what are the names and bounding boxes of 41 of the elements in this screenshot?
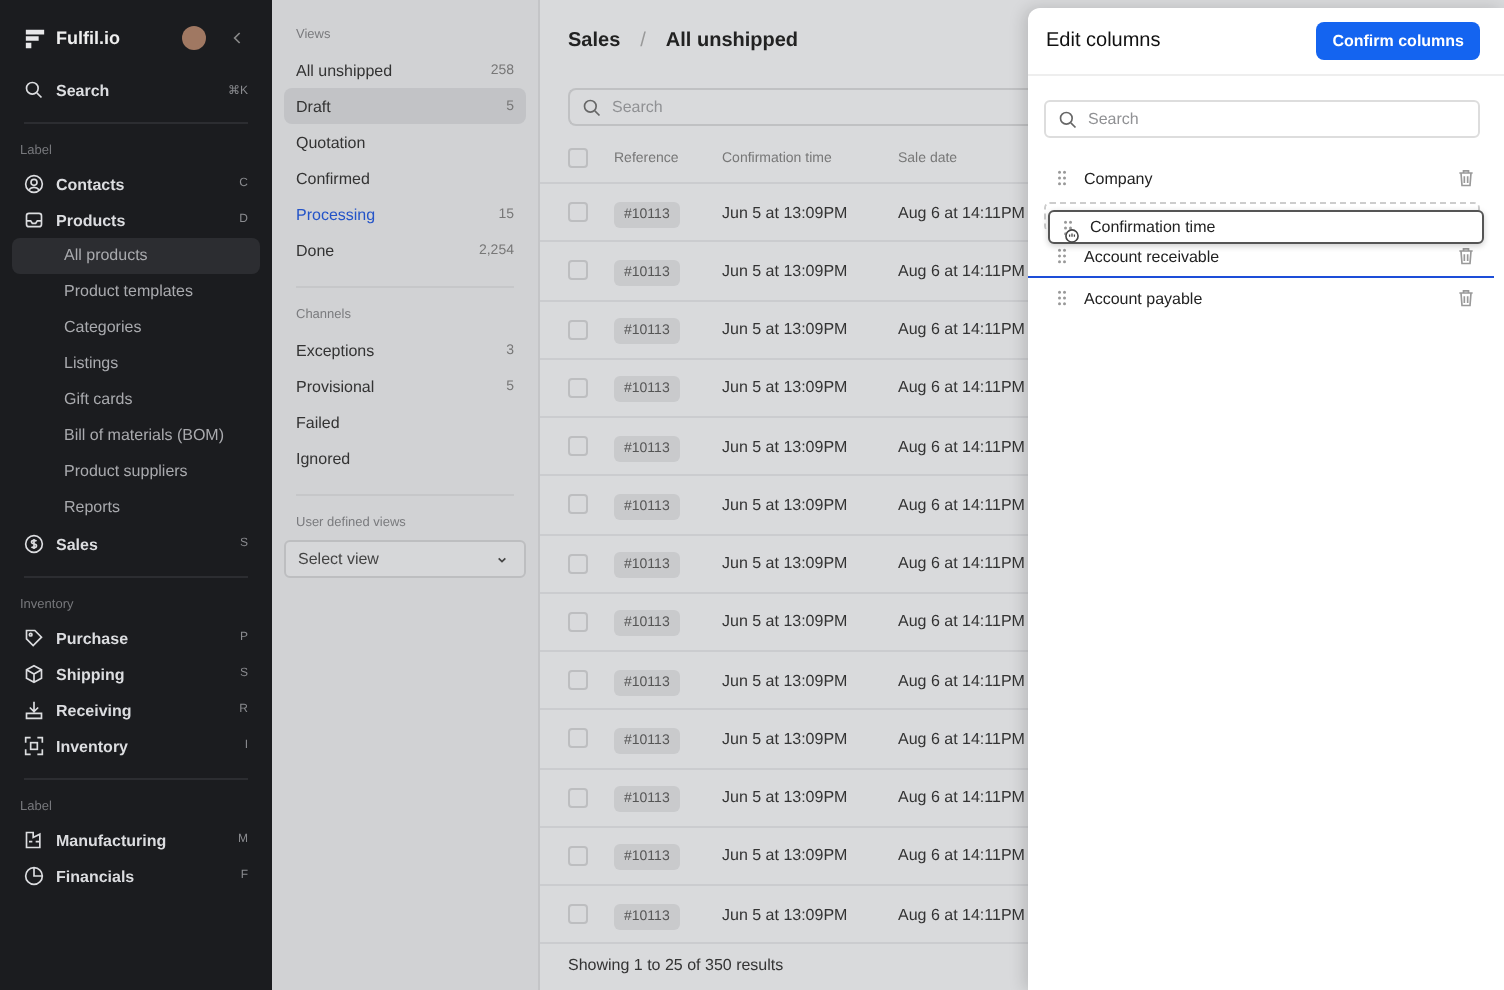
table-cell-text: Jun 5 at 13:09PM [722,203,850,222]
results-summary: Showing 1 to 25 of 350 results [566,954,786,979]
view-label: Draft [296,97,333,115]
table-cell-text: Jun 5 at 13:09PM [722,437,850,456]
table-cell: Aug 6 at 14:11PM [898,612,1025,631]
table-cell: Aug 6 at 14:11PM [898,554,1025,573]
table-cell: Aug 6 at 14:11PM [898,320,1025,339]
view-label: Quotation [296,133,368,151]
table-cell: Aug 6 at 14:11PM [898,846,1025,865]
table-cell-text: Jun 5 at 13:09PM [722,378,850,397]
table-cell: Aug 6 at 14:11PM [898,729,1025,748]
table-cell: Aug 6 at 14:11PM [898,261,1025,280]
panel-title: Edit columns [1046,30,1161,52]
table-cell: Aug 6 at 14:11PM [898,495,1025,514]
table-cell: Aug 6 at 14:11PM [898,905,1025,924]
table-cell-text: Jun 5 at 13:09PM [722,612,850,631]
table-cell-text: Jun 5 at 13:09PM [722,554,850,573]
table-cell-text: Jun 5 at 13:09PM [722,846,850,865]
table-cell: Aug 6 at 14:11PM [898,671,1025,690]
table-cell-text: Jun 5 at 13:09PM [722,495,850,514]
table-cell-text: Jun 5 at 13:09PM [722,320,850,339]
view-label: Confirmed [296,169,372,187]
view-label: Failed [296,413,342,431]
view-label: Ignored [296,449,353,467]
table-cell: Aug 6 at 14:11PM [898,788,1025,807]
table-cell-text: Jun 5 at 13:09PM [722,788,850,807]
brand-name: Fulfil.io [56,28,122,48]
breadcrumb-item: All unshipped [665,29,799,51]
breadcrumb-separator: / [640,29,646,51]
view-label: Done [296,241,337,259]
table-cell-text: Jun 5 at 13:09PM [722,671,850,690]
table-cell-text: Jun 5 at 13:09PM [722,905,850,924]
table-cell: Aug 6 at 14:11PM [898,437,1025,456]
view-label: All unshipped [296,61,395,79]
view-label: Processing [296,205,378,223]
view-label: Provisional [296,377,377,395]
table-cell-text: Jun 5 at 13:09PM [722,261,850,280]
table-cell: Aug 6 at 14:11PM [898,378,1025,397]
view-label: Exceptions [296,341,377,359]
table-cell: Aug 6 at 14:11PM [898,203,1025,222]
table-cell-text: Jun 5 at 13:09PM [722,729,850,748]
